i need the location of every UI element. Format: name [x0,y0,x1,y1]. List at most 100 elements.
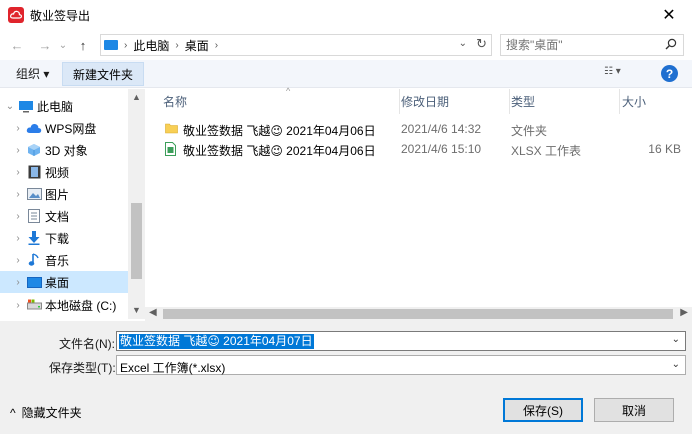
scroll-right-arrow[interactable]: ▶ [680,307,688,318]
file-modified: 2021/4/6 14:32 [401,122,482,136]
document-icon [26,209,42,223]
sidebar-item-label: 桌面 [45,275,70,290]
sidebar-item-music[interactable]: › 音乐 [0,249,128,271]
breadcrumb-separator[interactable]: › [215,40,218,51]
column-header-modified[interactable]: 修改日期 [400,89,510,114]
address-bar[interactable]: › 此电脑 › 桌面 › ⌄ ↻ [100,34,492,56]
filetype-dropdown-icon[interactable]: ⌄ [672,359,680,370]
scroll-left-arrow[interactable]: ◀ [149,307,157,318]
breadcrumb-desktop[interactable]: 桌面 [185,37,209,54]
column-size-label: 大小 [622,95,647,109]
address-dropdown-icon[interactable]: ⌄ [459,38,467,49]
cloud-icon [26,121,42,135]
sidebar-item-label: 音乐 [45,253,70,268]
file-list: 名称 ^ 修改日期 类型 大小 敬业签数据 飞越😉 2021年04月06日 20… [145,86,692,307]
horizontal-scroll-thumb[interactable] [163,309,673,319]
breadcrumb-separator: › [124,39,128,51]
hide-folders-label: 隐藏文件夹 [21,406,82,420]
sidebar-item-label: WPS网盘 [45,121,97,136]
sidebar-item-label: 视频 [45,165,70,180]
expand-chevron-icon[interactable]: › [12,189,24,200]
filetype-select[interactable]: Excel 工作簿(*.xlsx) ⌄ [116,355,686,375]
sidebar-item-wps-cloud[interactable]: › WPS网盘 [0,117,128,139]
file-type: 文件夹 [511,124,548,138]
breadcrumb-this-pc[interactable]: 此电脑 [133,37,169,54]
save-button[interactable]: 保存(S) [503,398,583,422]
sidebar-item-label: 图片 [45,187,70,202]
filetype-label: 保存类型(T): [49,361,116,375]
file-type: XLSX 工作表 [511,144,582,158]
sidebar-item-3d-objects[interactable]: › 3D 对象 [0,139,128,161]
expand-chevron-icon[interactable]: ⌄ [4,101,16,112]
expand-chevron-icon[interactable]: › [12,167,24,178]
computer-icon [104,40,118,50]
sidebar-item-desktop[interactable]: › 桌面 [0,271,128,293]
file-row-folder[interactable]: 敬业签数据 飞越😉 2021年04月06日 2021/4/6 14:32 文件夹 [159,119,689,139]
desktop-icon [26,275,42,289]
command-toolbar: 组织 ▾ 新建文件夹 ☷ ▾ ? [0,60,692,88]
sidebar-item-documents[interactable]: › 文档 [0,205,128,227]
navigation-pane: ⌄ 此电脑 › WPS网盘 › 3D 对象 › 视频 › 图片 › 文档 › 下… [0,89,145,319]
back-button[interactable]: ← [6,34,28,56]
navigation-bar: ← → ⌄ ↑ › 此电脑 › 桌面 › ⌄ ↻ [0,30,692,60]
file-row-xlsx[interactable]: 敬业签数据 飞越😉 2021年04月06日 2021/4/6 15:10 XLS… [159,139,689,159]
filename-input[interactable]: 敬业签数据 飞越😉 2021年04月07日 ⌄ [116,331,686,351]
new-folder-button[interactable]: 新建文件夹 [62,62,144,86]
sidebar-scroll-thumb[interactable] [131,203,142,279]
column-header-size[interactable]: 大小 [620,89,692,114]
column-type-label: 类型 [511,95,536,109]
search-box[interactable] [500,34,684,56]
expand-chevron-icon[interactable]: › [12,300,24,311]
filename-dropdown-icon[interactable]: ⌄ [672,334,680,345]
sidebar-item-label: 下载 [45,231,70,246]
sort-ascending-icon: ^ [286,86,291,96]
column-name-label: 名称 [163,95,188,109]
sidebar-item-videos[interactable]: › 视频 [0,161,128,183]
computer-icon [18,99,34,113]
sidebar-item-this-pc[interactable]: ⌄ 此电脑 [0,95,128,117]
sidebar-item-label: 此电脑 [37,99,74,114]
video-icon [26,165,42,179]
sidebar-item-local-disk-c[interactable]: › 本地磁盘 (C:) [0,294,128,316]
scroll-down-arrow[interactable]: ▼ [128,305,145,315]
sidebar-item-label: 文档 [45,209,70,224]
expand-chevron-icon[interactable]: › [12,255,24,266]
chevron-up-icon: ^ [10,405,16,420]
sidebar-item-pictures[interactable]: › 图片 [0,183,128,205]
file-modified: 2021/4/6 15:10 [401,142,482,156]
filename-selected-text[interactable]: 敬业签数据 飞越😉 2021年04月07日 [119,334,314,349]
download-icon [26,231,42,245]
filename-label: 文件名(N): [59,337,115,351]
hide-folders-toggle[interactable]: ^ 隐藏文件夹 [10,404,82,421]
close-button[interactable]: ✕ [646,0,692,30]
view-options-icon[interactable]: ☷ ▾ [604,66,621,77]
refresh-icon[interactable]: ↻ [476,36,487,52]
cube-icon [26,143,42,157]
column-header-type[interactable]: 类型 [510,89,620,114]
breadcrumb-separator: › [175,39,179,51]
organize-button[interactable]: 组织 ▾ [16,65,49,82]
expand-chevron-icon[interactable]: › [12,233,24,244]
title-bar: 敬业签导出 ✕ [0,0,692,30]
recent-locations-button[interactable]: ⌄ [56,34,70,56]
file-size: 16 KB [648,142,681,156]
picture-icon [26,187,42,201]
sidebar-scrollbar[interactable]: ▲ ▼ [128,89,145,319]
sidebar-item-downloads[interactable]: › 下载 [0,227,128,249]
expand-chevron-icon[interactable]: › [12,145,24,156]
expand-chevron-icon[interactable]: › [12,277,24,288]
drive-icon [26,298,42,312]
scroll-up-arrow[interactable]: ▲ [128,92,145,102]
up-button[interactable]: ↑ [72,34,94,56]
search-input[interactable] [506,38,656,52]
help-icon[interactable]: ? [661,65,678,82]
search-icon[interactable] [665,38,677,53]
sidebar-item-label: 3D 对象 [45,143,88,158]
expand-chevron-icon[interactable]: › [12,211,24,222]
file-name: 敬业签数据 飞越😉 2021年04月06日 [183,144,376,158]
forward-button[interactable]: → [34,34,56,56]
cancel-button[interactable]: 取消 [594,398,674,422]
column-header-name[interactable]: 名称 ^ [159,86,400,114]
file-list-horizontal-scrollbar[interactable]: ◀ ▶ [145,307,692,321]
expand-chevron-icon[interactable]: › [12,123,24,134]
